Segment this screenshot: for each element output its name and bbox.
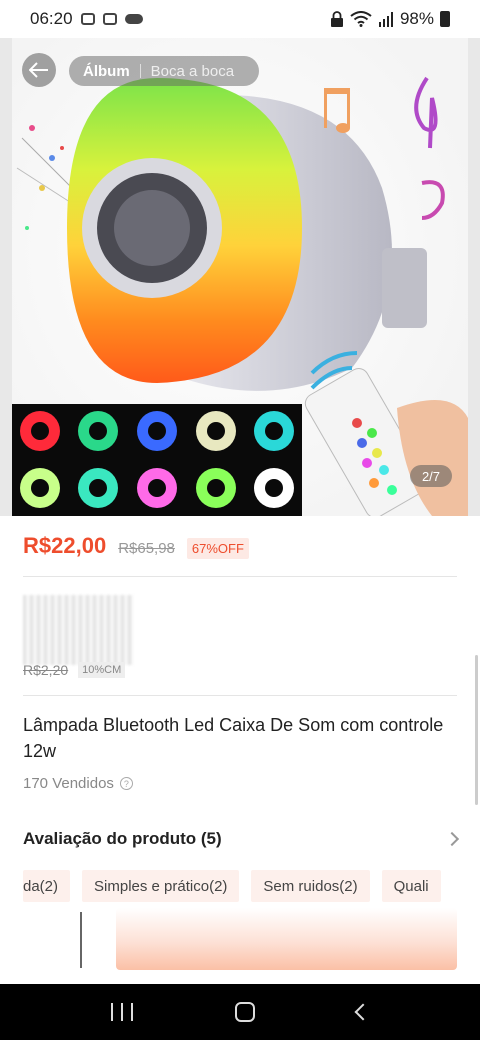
battery-icon: [440, 11, 450, 27]
screenshot-icon: [80, 13, 95, 25]
status-left: 06:20: [30, 9, 143, 29]
review-tags: da(2) Simples e prático(2) Sem ruidos(2)…: [23, 870, 457, 902]
wifi-icon: [350, 11, 372, 27]
review-photo[interactable]: [116, 908, 457, 970]
installment-tag: 10%CM: [78, 662, 126, 678]
review-tag[interactable]: Sem ruidos(2): [251, 870, 370, 902]
divider: [23, 695, 457, 696]
hero-left-edge: [0, 38, 12, 516]
divider: [23, 576, 457, 577]
product-title: Lâmpada Bluetooth Led Caixa De Som com c…: [23, 715, 444, 761]
status-bar: 06:20 98%: [0, 0, 480, 38]
lock-icon: [330, 11, 343, 27]
battery-percent: 98%: [399, 9, 434, 28]
original-price: R$65,98: [118, 540, 175, 557]
price-row: R$22,00 R$65,98 67%OFF: [23, 533, 249, 559]
installment-image: [23, 595, 133, 665]
sold-count: 170 Vendidos ?: [23, 775, 133, 792]
tab-album[interactable]: Álbum: [83, 63, 130, 80]
installment-price: R$2,20: [23, 662, 69, 678]
system-nav-bar: [0, 984, 480, 1040]
chevron-right-icon: [444, 831, 460, 847]
reviews-title: Avaliação do produto (5): [23, 829, 222, 848]
scroll-indicator: [475, 655, 478, 805]
reviews-header[interactable]: Avaliação do produto (5): [23, 829, 460, 849]
signal-icon: [378, 12, 393, 27]
review-tag[interactable]: da(2): [23, 870, 71, 902]
review-tag[interactable]: Quali: [381, 870, 441, 902]
back-button[interactable]: [22, 53, 56, 87]
tab-boca-a-boca[interactable]: Boca a boca: [151, 63, 234, 80]
screen-record-icon: [102, 13, 117, 25]
back-nav-icon[interactable]: [354, 1003, 372, 1021]
image-counter: 2/7: [410, 465, 452, 487]
cloud-icon: [124, 14, 143, 24]
review-tag[interactable]: Simples e prático(2): [82, 870, 240, 902]
product-image-art: [12, 38, 468, 516]
status-right: 98%: [330, 9, 450, 29]
recents-icon[interactable]: [111, 1003, 133, 1021]
album-tabs: Álbum Boca a boca: [69, 56, 259, 86]
tab-separator: [139, 64, 141, 78]
home-icon[interactable]: [235, 1002, 255, 1022]
discount-badge: 67%OFF: [186, 538, 249, 559]
current-price: R$22,00: [23, 533, 107, 558]
arrow-left-icon: [29, 62, 48, 78]
color-grid: [12, 404, 302, 516]
hero-right-edge: [468, 38, 480, 516]
review-photo-edge: [80, 912, 82, 968]
status-time: 06:20: [30, 9, 73, 28]
installment-row[interactable]: R$2,20 10%CM: [23, 662, 126, 678]
sold-label: 170 Vendidos: [23, 775, 114, 792]
help-icon[interactable]: ?: [119, 777, 133, 790]
product-image[interactable]: [12, 38, 468, 516]
